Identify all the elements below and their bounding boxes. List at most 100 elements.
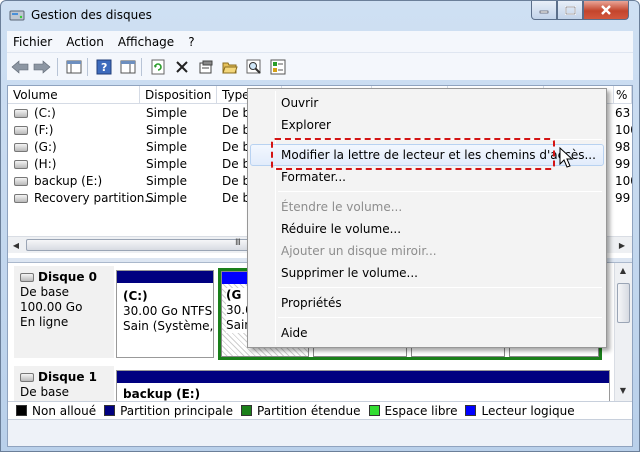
column-header-volume[interactable]: Volume <box>8 86 140 104</box>
toolbar-separator <box>57 58 58 76</box>
properties-button[interactable] <box>197 58 215 76</box>
legend-swatch <box>16 405 27 416</box>
volume-free-percent: 63 <box>615 106 631 120</box>
column-header-free-percent[interactable]: % L <box>614 86 632 104</box>
legend-item: Partition principale <box>104 404 233 418</box>
legend-swatch <box>465 405 477 416</box>
volume-type: De b <box>222 174 251 188</box>
volume-free-percent: 100 <box>615 174 632 188</box>
toolbar-separator <box>87 58 88 76</box>
scroll-right-icon[interactable]: ▶ <box>614 238 630 253</box>
refresh-button[interactable] <box>149 58 167 76</box>
volume-type: De b <box>222 123 251 137</box>
vertical-scroll-thumb[interactable] <box>617 283 630 323</box>
properties-view-icon <box>120 60 136 74</box>
partition-label: backup (E:) <box>123 387 201 401</box>
drive-icon <box>14 109 28 118</box>
legend-label: Espace libre <box>384 403 458 418</box>
menu-item-delete-volume[interactable]: Supprimer le volume... <box>250 262 604 284</box>
menu-separator <box>278 317 602 318</box>
back-button[interactable] <box>11 58 29 76</box>
toolbar: ? <box>7 52 633 80</box>
scroll-down-icon[interactable]: ▼ <box>615 383 631 398</box>
volume-free-percent: 99 <box>615 157 631 171</box>
partition-label: (C:) <box>123 289 148 303</box>
console-tree-button[interactable] <box>65 58 83 76</box>
legend-item: Partition étendue <box>241 404 361 418</box>
legend-label: Non alloué <box>32 403 97 418</box>
disk-1-label[interactable]: Disque 1 De base <box>14 366 114 401</box>
menu-bar: Fichier Action Affichage ? <box>7 31 633 52</box>
partition-status: Sain (Système, D <box>123 319 227 333</box>
maximize-icon <box>564 5 576 15</box>
minimize-icon <box>539 10 549 14</box>
explore-button[interactable] <box>245 58 263 76</box>
disk-icon <box>20 273 34 282</box>
settings-button[interactable] <box>269 58 287 76</box>
volume-type: De b <box>222 106 251 120</box>
volume-name: backup (E:) <box>34 174 103 188</box>
volume-disposition: Simple <box>146 106 187 120</box>
magnifier-icon <box>246 59 261 74</box>
menu-item-extend-volume: Étendre le volume... <box>281 200 403 214</box>
volume-free-percent: 100 <box>615 123 632 137</box>
open-button[interactable] <box>221 58 239 76</box>
toolbar-separator <box>141 58 142 76</box>
menu-help[interactable]: ? <box>182 35 200 49</box>
context-menu: Ouvrir Explorer Modifier la lettre de le… <box>247 88 607 348</box>
partition-c[interactable]: (C:) 30.00 Go NTFS Sain (Système, D <box>116 270 226 358</box>
forward-button[interactable] <box>33 58 51 76</box>
status-bar <box>8 419 632 446</box>
partition-e[interactable]: backup (E:) <box>116 370 610 401</box>
delete-icon <box>176 61 188 73</box>
scroll-left-icon[interactable]: ◀ <box>8 238 24 253</box>
disk-0-label[interactable]: Disque 0 De base 100.00 Go En ligne <box>14 266 114 358</box>
volume-disposition: Simple <box>146 123 187 137</box>
vertical-scrollbar[interactable]: ▲ ▼ <box>614 263 632 401</box>
properties-view-button[interactable] <box>119 58 137 76</box>
help-button[interactable]: ? <box>95 58 113 76</box>
disk-state: En ligne <box>20 315 69 329</box>
minimize-button[interactable] <box>531 1 557 20</box>
drive-icon <box>14 126 28 135</box>
volume-disposition: Simple <box>146 174 187 188</box>
menu-separator <box>278 191 602 192</box>
volume-name: Recovery partition... <box>34 191 156 205</box>
close-button[interactable] <box>583 1 629 20</box>
column-header-disposition[interactable]: Disposition <box>140 86 217 104</box>
volume-free-percent: 99 <box>615 191 631 205</box>
disk-kind: De base <box>20 285 70 299</box>
menu-affichage[interactable]: Affichage <box>112 35 180 49</box>
mouse-pointer-icon <box>559 147 573 168</box>
menu-item-open[interactable]: Ouvrir <box>250 92 604 114</box>
volume-disposition: Simple <box>146 191 187 205</box>
volume-free-percent: 98 <box>615 140 631 154</box>
menu-item-shrink-volume[interactable]: Réduire le volume... <box>250 218 604 240</box>
legend-label: Partition principale <box>120 403 234 418</box>
delete-button[interactable] <box>173 58 191 76</box>
menu-item-properties[interactable]: Propriétés <box>250 292 604 314</box>
menu-item-help[interactable]: Aide <box>250 322 604 344</box>
volume-disposition: Simple <box>146 140 187 154</box>
back-arrow-icon <box>11 60 29 74</box>
help-icon: ? <box>96 59 112 75</box>
disk-1-row: Disque 1 De base backup (E:) <box>8 366 614 401</box>
checklist-icon <box>270 59 286 75</box>
properties-icon <box>199 60 213 74</box>
legend-item: Espace libre <box>368 403 458 418</box>
disk-icon <box>20 373 34 382</box>
partition-detail: 30.00 Go NTFS <box>123 304 213 318</box>
disk-management-icon <box>9 10 25 21</box>
title-bar: Gestion des disques <box>1 1 639 29</box>
maximize-button[interactable] <box>557 1 583 20</box>
disk-kind: De base <box>20 385 70 399</box>
menu-item-add-mirror: Ajouter un disque miroir... <box>281 244 437 258</box>
legend-item: Lecteur logique <box>465 404 575 418</box>
menu-item-explore[interactable]: Explorer <box>250 114 604 136</box>
disk-management-window: Gestion des disques Fichier Action Affic… <box>0 0 640 452</box>
menu-action[interactable]: Action <box>60 35 110 49</box>
primary-partition-bar <box>117 271 213 283</box>
scroll-up-icon[interactable]: ▲ <box>615 263 631 278</box>
menu-fichier[interactable]: Fichier <box>7 35 58 49</box>
volume-name: (F:) <box>34 123 54 137</box>
